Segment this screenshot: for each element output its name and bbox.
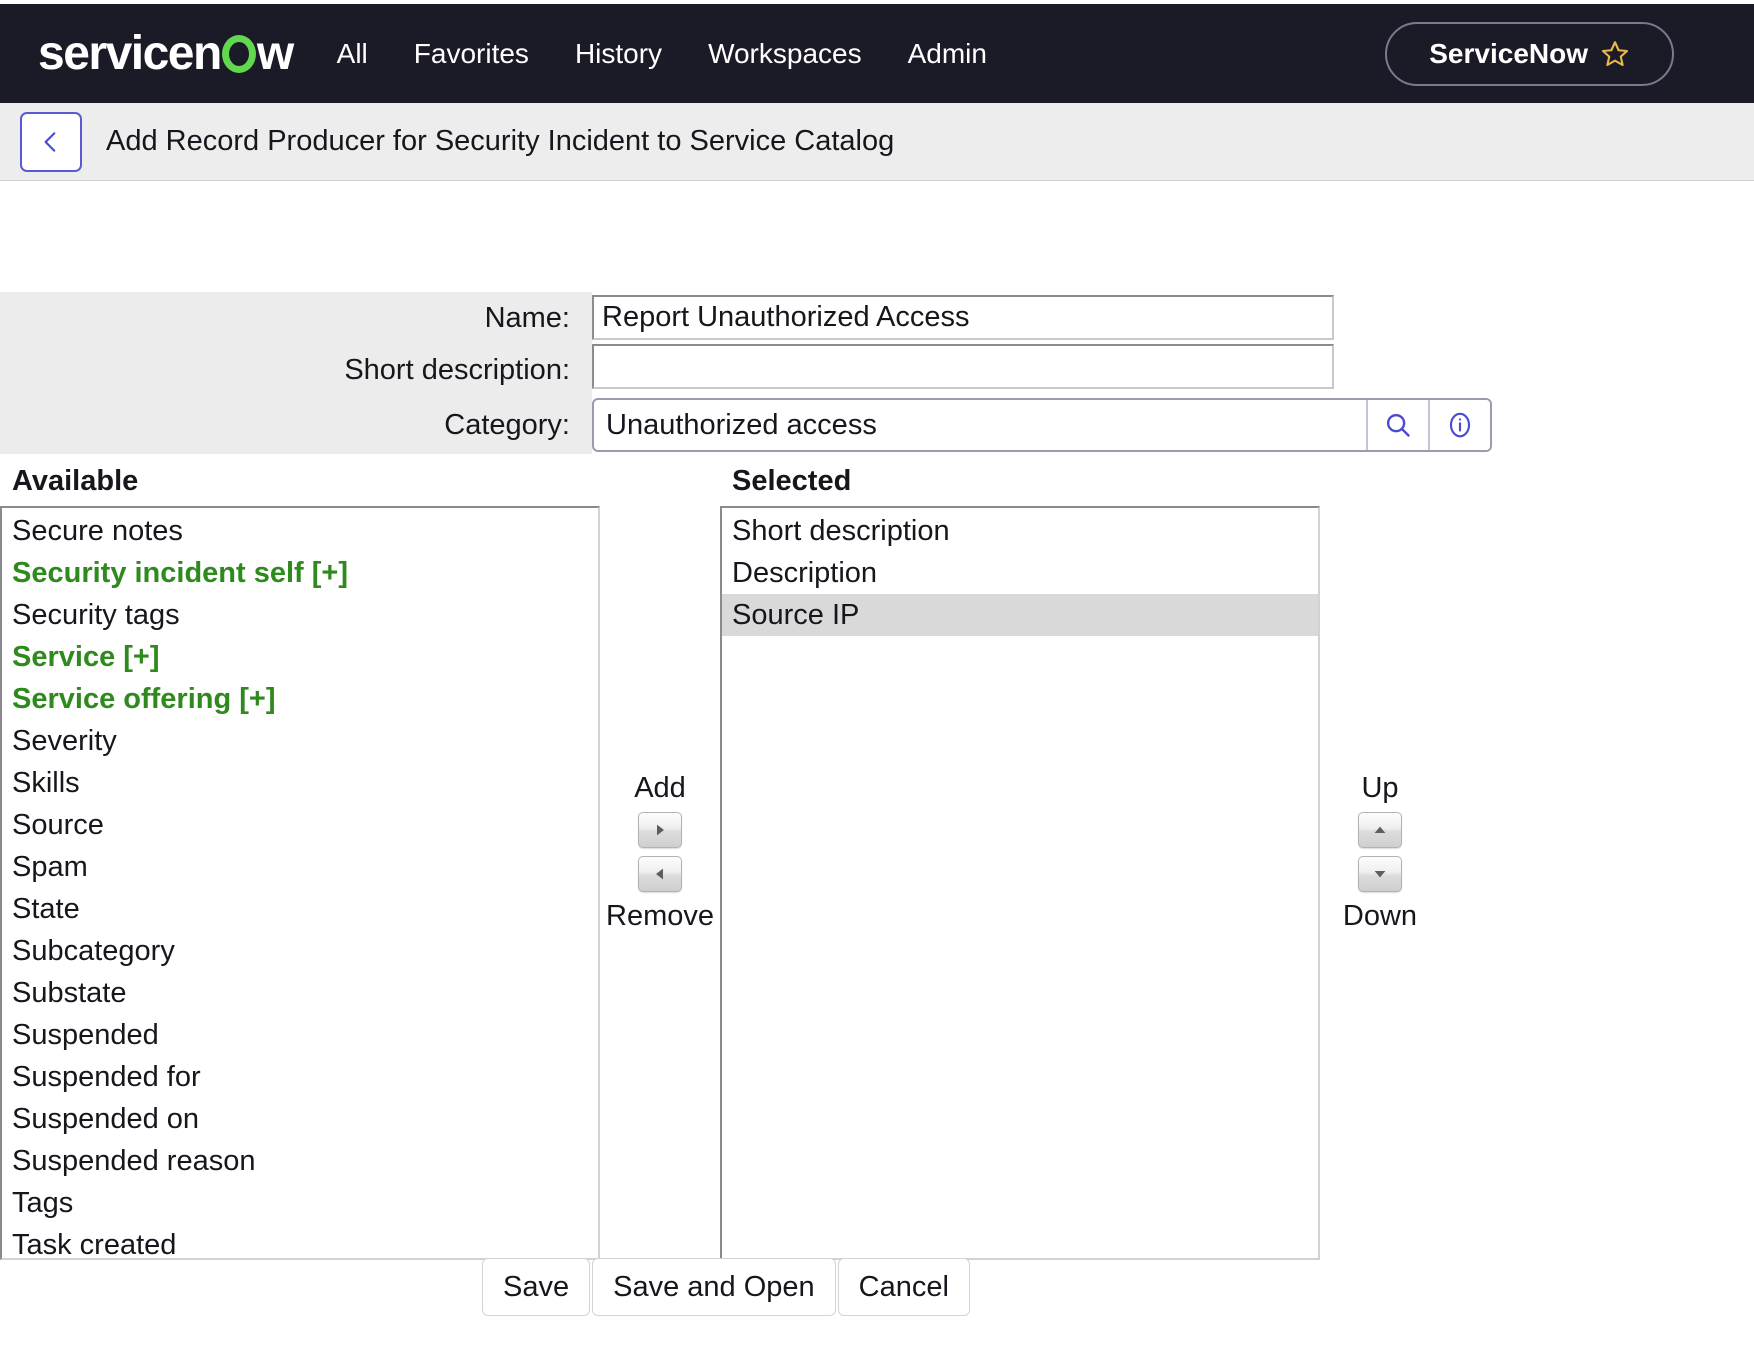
- selected-list-header: Selected: [720, 465, 1320, 498]
- page-title: Add Record Producer for Security Inciden…: [106, 125, 894, 158]
- star-outline-icon[interactable]: [1600, 39, 1630, 69]
- nav-item-all[interactable]: All: [337, 38, 368, 70]
- instance-name-label: ServiceNow: [1429, 38, 1588, 70]
- category-reference-field: [592, 398, 1492, 452]
- available-option[interactable]: Suspended: [2, 1014, 598, 1056]
- page-title-bar: Add Record Producer for Security Inciden…: [0, 103, 1754, 181]
- category-lookup-button[interactable]: [1366, 400, 1428, 450]
- available-option[interactable]: Security incident self [+]: [2, 552, 598, 594]
- available-option[interactable]: Subcategory: [2, 930, 598, 972]
- slushbucket: Available Selected Secure notesSecurity …: [0, 460, 1754, 1260]
- short-description-input[interactable]: [592, 344, 1334, 389]
- selected-option[interactable]: Short description: [722, 510, 1318, 552]
- move-down-button[interactable]: [1358, 856, 1402, 892]
- add-remove-controls: Add Remove: [600, 506, 720, 936]
- form-row-name: Name:: [0, 292, 1754, 344]
- info-icon: [1445, 410, 1475, 440]
- form-action-buttons: Save Save and Open Cancel: [0, 1258, 1754, 1316]
- slushbucket-headers: Available Selected: [0, 460, 1754, 502]
- category-label: Category:: [0, 396, 592, 454]
- category-input[interactable]: [594, 400, 1366, 450]
- short-description-field-cell: [592, 344, 1334, 389]
- form-row-category: Category:: [0, 396, 1754, 454]
- category-field-cell: [592, 398, 1492, 452]
- category-info-button[interactable]: [1428, 400, 1490, 450]
- selected-list[interactable]: Short descriptionDescriptionSource IP: [720, 506, 1320, 1260]
- name-input[interactable]: [592, 295, 1334, 340]
- reorder-controls: Up Down: [1320, 506, 1440, 936]
- available-option[interactable]: Secure notes: [2, 510, 598, 552]
- arrow-right-icon: [652, 822, 668, 838]
- nav-item-favorites[interactable]: Favorites: [414, 38, 529, 70]
- available-option[interactable]: Service [+]: [2, 636, 598, 678]
- name-field-cell: [592, 292, 1334, 340]
- instance-selector-button[interactable]: ServiceNow: [1385, 22, 1674, 86]
- cancel-button[interactable]: Cancel: [838, 1258, 970, 1316]
- form-row-short-description: Short description:: [0, 344, 1754, 396]
- logo-o-mark-icon: [222, 35, 256, 73]
- record-producer-form: Name: Short description: Category:: [0, 292, 1754, 454]
- selected-option[interactable]: Source IP: [722, 594, 1318, 636]
- available-option[interactable]: State: [2, 888, 598, 930]
- nav-item-admin[interactable]: Admin: [908, 38, 987, 70]
- available-option[interactable]: Security tags: [2, 594, 598, 636]
- short-description-label: Short description:: [0, 344, 592, 396]
- name-label: Name:: [0, 292, 592, 344]
- arrow-up-icon: [1372, 822, 1388, 838]
- servicenow-logo[interactable]: servicen w: [38, 30, 293, 78]
- available-option[interactable]: Source: [2, 804, 598, 846]
- add-label: Add: [634, 768, 686, 808]
- available-list-header: Available: [0, 465, 600, 498]
- nav-item-history[interactable]: History: [575, 38, 662, 70]
- search-icon: [1383, 410, 1413, 440]
- down-label: Down: [1343, 896, 1417, 936]
- available-option[interactable]: Severity: [2, 720, 598, 762]
- available-option[interactable]: Suspended for: [2, 1056, 598, 1098]
- primary-nav-links: All Favorites History Workspaces Admin: [337, 38, 987, 70]
- move-up-button[interactable]: [1358, 812, 1402, 848]
- available-list[interactable]: Secure notesSecurity incident self [+]Se…: [0, 506, 600, 1260]
- available-option[interactable]: Suspended on: [2, 1098, 598, 1140]
- save-button[interactable]: Save: [482, 1258, 590, 1316]
- available-option[interactable]: Suspended reason: [2, 1140, 598, 1182]
- top-navigation-bar: servicen w All Favorites History Workspac…: [0, 4, 1754, 103]
- remove-label: Remove: [606, 896, 714, 936]
- chevron-left-icon: [38, 127, 64, 157]
- logo-text-pre: servicen: [38, 30, 221, 78]
- up-label: Up: [1361, 768, 1398, 808]
- available-option[interactable]: Tags: [2, 1182, 598, 1224]
- available-option[interactable]: Spam: [2, 846, 598, 888]
- logo-text-post: w: [257, 30, 293, 78]
- available-option[interactable]: Skills: [2, 762, 598, 804]
- arrow-down-icon: [1372, 866, 1388, 882]
- nav-item-workspaces[interactable]: Workspaces: [708, 38, 862, 70]
- save-and-open-button[interactable]: Save and Open: [592, 1258, 836, 1316]
- available-option[interactable]: Service offering [+]: [2, 678, 598, 720]
- available-option[interactable]: Substate: [2, 972, 598, 1014]
- slushbucket-body: Secure notesSecurity incident self [+]Se…: [0, 506, 1754, 1260]
- remove-button[interactable]: [638, 856, 682, 892]
- available-option[interactable]: Task created: [2, 1224, 598, 1260]
- add-button[interactable]: [638, 812, 682, 848]
- back-button[interactable]: [20, 112, 82, 172]
- arrow-left-icon: [652, 866, 668, 882]
- selected-option[interactable]: Description: [722, 552, 1318, 594]
